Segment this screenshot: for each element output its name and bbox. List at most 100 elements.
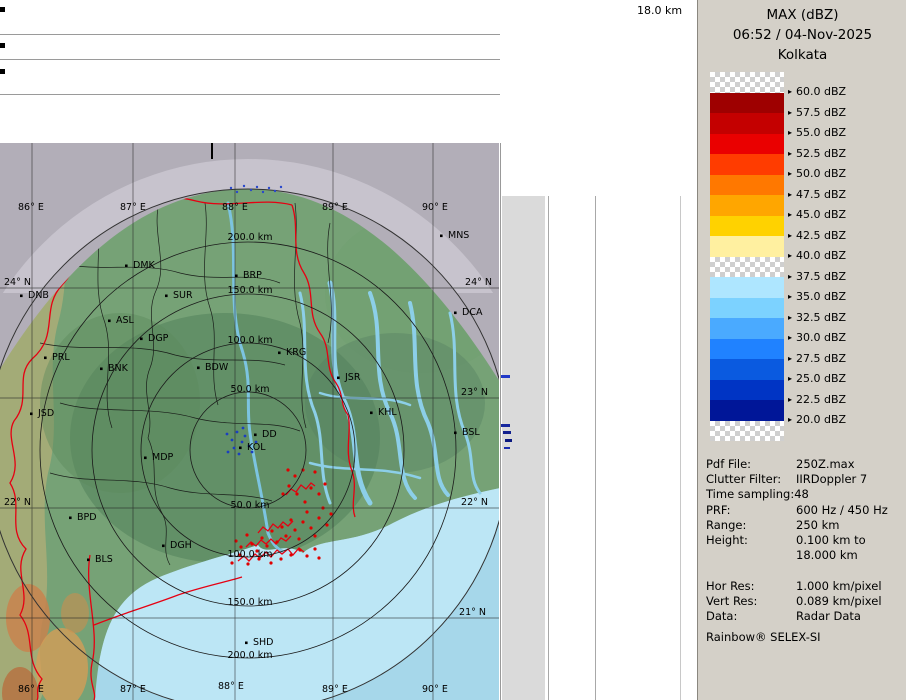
metadata-row: Data:Radar Data [706, 609, 904, 624]
city-label: JSD [37, 408, 54, 419]
grid-label: 23° N [461, 387, 488, 398]
metadata-value: 0.100 km to [796, 533, 866, 547]
metadata-row: Height: 0.100 km to [706, 533, 904, 548]
legend-threshold-label: ▸52.5 dBZ [788, 147, 846, 162]
city-dot [44, 357, 47, 360]
city-dot [20, 295, 23, 298]
legend-color-box [710, 318, 784, 339]
terrain-hills [61, 593, 89, 633]
legend-threshold-label: ▸22.5 dBZ [788, 393, 846, 408]
grid-label: 90° E [422, 684, 448, 695]
metadata-label: PRF: [706, 503, 731, 517]
legend-color-box [710, 134, 784, 155]
metadata-row [706, 563, 904, 578]
metadata-row: Range:250 km [706, 518, 904, 533]
pointer-icon: ▸ [788, 87, 792, 96]
right-cross-section-panel [500, 143, 697, 700]
cursor-tick [211, 143, 213, 159]
city-dot [197, 367, 200, 370]
range-ring-label: 150.0 km [228, 285, 273, 296]
legend-threshold-label: ▸55.0 dBZ [788, 126, 846, 141]
city-dot [69, 517, 72, 520]
legend-threshold-label: ▸42.5 dBZ [788, 229, 846, 244]
axis-tick-icon [0, 7, 5, 12]
height-gridline [0, 59, 500, 60]
height-gridline [548, 196, 549, 700]
city-label: DCA [462, 307, 483, 318]
city-label: MDP [152, 452, 174, 463]
legend-threshold-label: ▸35.0 dBZ [788, 290, 846, 305]
grid-label: 89° E [322, 202, 348, 213]
legend-color-box [710, 236, 784, 257]
grid-label: 22° N [461, 497, 488, 508]
legend-threshold-label: ▸25.0 dBZ [788, 372, 846, 387]
product-title: MAX (dBZ) [698, 5, 906, 25]
metadata-row: 18.000 km [706, 548, 904, 563]
city-label: DGP [148, 333, 169, 344]
metadata-row: Vert Res:0.089 km/pixel [706, 594, 904, 609]
city-label: BNK [108, 363, 129, 374]
metadata-row: Pdf File:250Z.max [706, 457, 904, 472]
city-dot [165, 295, 168, 298]
city-label: SUR [173, 290, 193, 301]
city-label: DGH [170, 540, 192, 551]
city-label: JSR [344, 372, 361, 383]
legend-color-box [710, 277, 784, 298]
city-dot [144, 457, 147, 460]
grid-label: 24° N [465, 277, 492, 288]
city-label: BLS [95, 554, 113, 565]
metadata-block: Pdf File:250Z.maxClutter Filter:IIRDoppl… [706, 457, 904, 624]
city-label: BPD [77, 512, 97, 523]
pointer-icon: ▸ [788, 292, 792, 301]
height-max-label: 18.0 km [637, 4, 682, 17]
legend-threshold-label: ▸30.0 dBZ [788, 331, 846, 346]
range-ring-label: 100.0 km [228, 549, 273, 560]
legend-color-box [710, 216, 784, 237]
radar-product-window: 18.0 km 0.1 km [0, 0, 906, 700]
legend-color-box [710, 380, 784, 401]
radar-echo-weak [505, 439, 512, 442]
city-label: SHD [253, 637, 274, 648]
grid-label: 88° E [218, 681, 244, 692]
city-label: DNB [28, 290, 49, 301]
metadata-label: Data: [706, 609, 737, 623]
pointer-icon: ▸ [788, 149, 792, 158]
height-gridline [595, 196, 596, 700]
product-datetime: 06:52 / 04-Nov-2025 [698, 25, 906, 45]
metadata-label: Height: [706, 533, 748, 547]
range-ring-label: 200.0 km [228, 650, 273, 661]
radar-echo-weak [500, 375, 510, 378]
pointer-icon: ▸ [788, 415, 792, 424]
metadata-value: 0.089 km/pixel [796, 594, 882, 608]
legend-threshold-label: ▸37.5 dBZ [788, 270, 846, 285]
top-cross-section-panel [0, 0, 500, 143]
city-dot [108, 320, 111, 323]
pointer-icon: ▸ [788, 333, 792, 342]
legend-color-box [710, 154, 784, 175]
grid-label: 21° N [459, 607, 486, 618]
legend-color-box [710, 257, 784, 278]
city-label: BSL [462, 427, 480, 438]
metadata-label: Hor Res: [706, 579, 754, 593]
metadata-label: Pdf File: [706, 457, 751, 471]
legend-threshold-label: ▸45.0 dBZ [788, 208, 846, 223]
metadata-value: 600 Hz / 450 Hz [796, 503, 888, 517]
range-ring-label: 50.0 km [231, 384, 270, 395]
city-dot [254, 434, 257, 437]
city-label: BRP [243, 270, 262, 281]
pointer-icon: ▸ [788, 190, 792, 199]
grid-label: 86° E [18, 684, 44, 695]
legend-threshold-label: ▸40.0 dBZ [788, 249, 846, 264]
color-scale [710, 72, 784, 441]
legend-threshold-label: ▸32.5 dBZ [788, 311, 846, 326]
height-gridline [0, 34, 500, 35]
city-label: KHL [378, 407, 397, 418]
pointer-icon: ▸ [788, 231, 792, 240]
grid-label: 87° E [120, 202, 146, 213]
metadata-value: 18.000 km [796, 548, 858, 562]
metadata-value: 250 km [796, 518, 839, 532]
radar-map: 200.0 km150.0 km100.0 km50.0 km50.0 km10… [0, 143, 499, 700]
range-ring-label: 50.0 km [231, 500, 270, 511]
city-label: ASL [116, 315, 135, 326]
legend-threshold-label: ▸47.5 dBZ [788, 188, 846, 203]
